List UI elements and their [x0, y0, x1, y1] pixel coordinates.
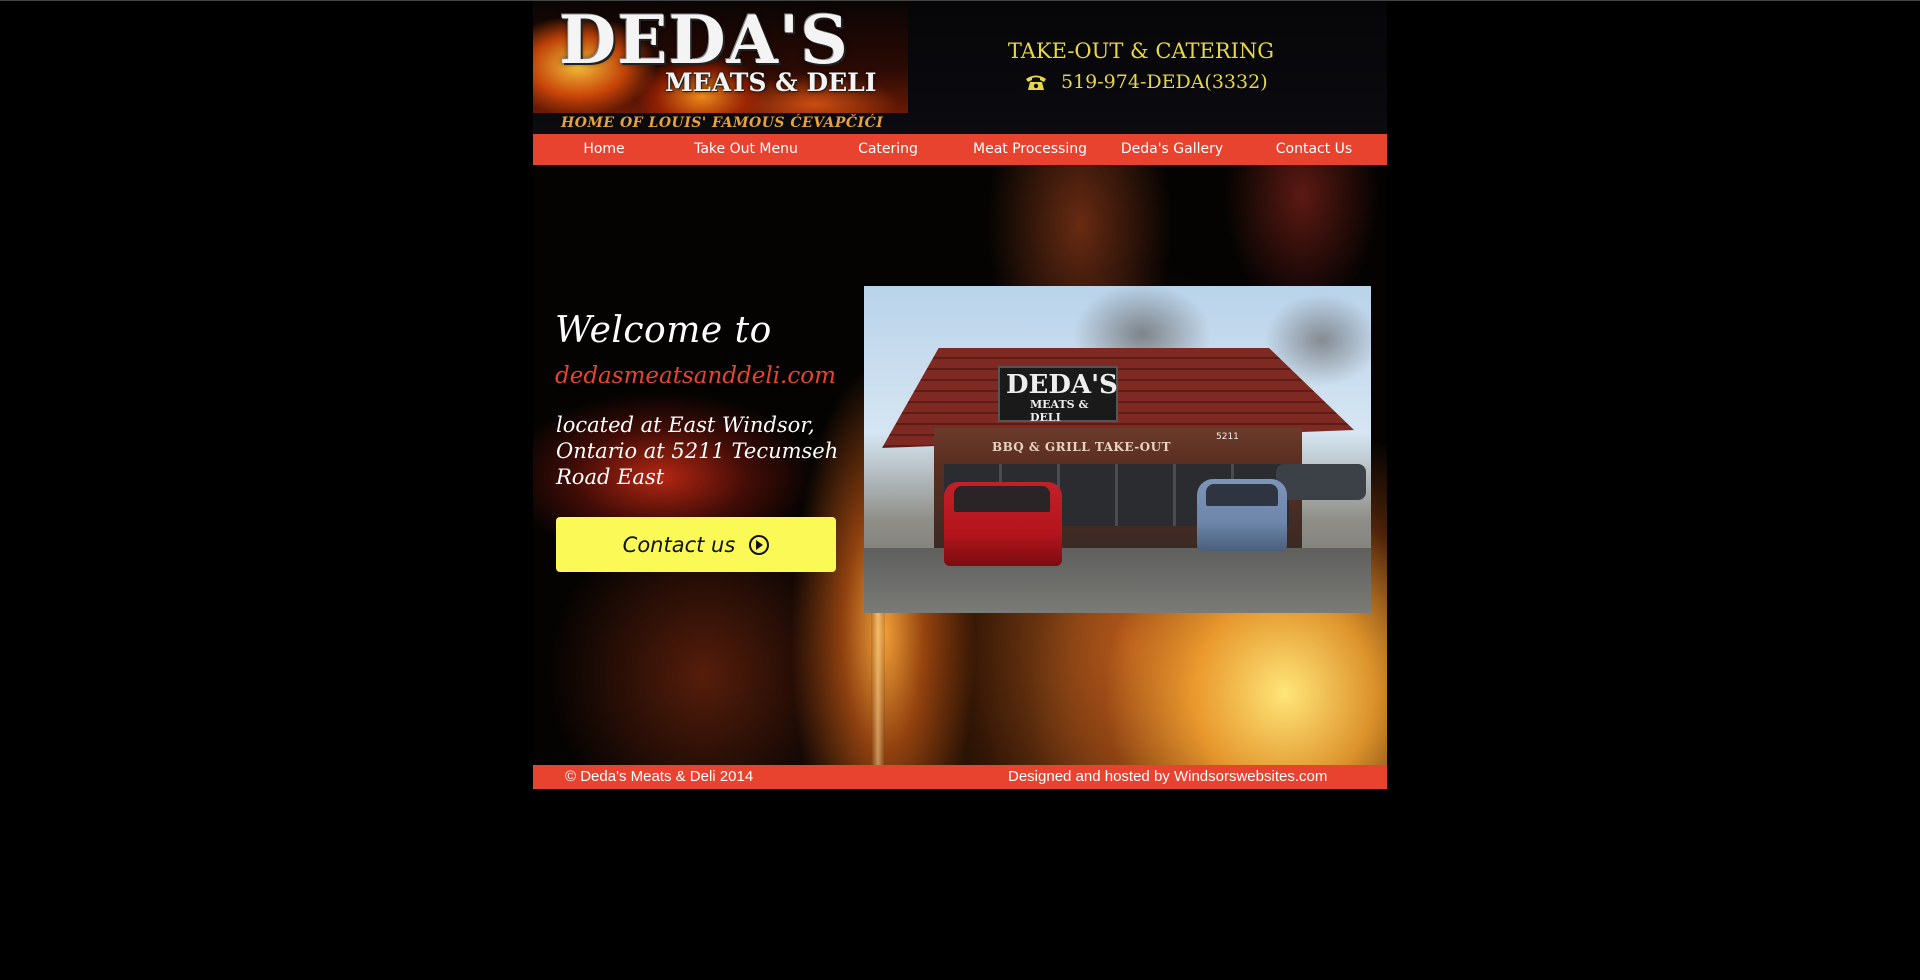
sign-name: DEDA'S: [1006, 370, 1118, 400]
logo[interactable]: DEDA'S MEATS & DELI HOME OF LOUIS' FAMOU…: [533, 1, 908, 134]
sign-subtitle: MEATS & DELI: [1030, 398, 1089, 424]
main-nav: Home Take Out Menu Catering Meat Process…: [533, 134, 1387, 165]
contact-us-label: Contact us: [622, 532, 736, 557]
nav-item-home[interactable]: Home: [533, 134, 675, 165]
site-domain: dedasmeatsanddeli.com: [555, 363, 836, 389]
logo-tagline: HOME OF LOUIS' FAMOUS ĆEVAPČIĆI: [561, 115, 884, 131]
photo-red-van-window: [954, 486, 1050, 512]
nav-item-take-out-menu[interactable]: Take Out Menu: [675, 134, 817, 165]
nav-item-gallery[interactable]: Deda's Gallery: [1101, 134, 1243, 165]
welcome-heading: Welcome to: [555, 310, 772, 351]
photo-blue-car-window: [1206, 484, 1278, 506]
photo-parking-lot: [864, 548, 1371, 613]
takeout-catering-heading: TAKE-OUT & CATERING: [1007, 39, 1275, 63]
footer-credit-link[interactable]: Designed and hosted by Windsorswebsites.…: [1008, 768, 1327, 785]
storefront-text: BBQ & GRILL TAKE-OUT: [992, 440, 1172, 454]
phone-number-text: 519-974-DEDA(3332): [1061, 71, 1268, 93]
arrow-right-circle-icon: [749, 534, 770, 555]
contact-us-button[interactable]: Contact us: [556, 517, 836, 572]
storefront-address-number: 5211: [1216, 432, 1239, 442]
header: DEDA'S MEATS & DELI HOME OF LOUIS' FAMOU…: [533, 1, 1387, 134]
logo-name: DEDA'S: [559, 1, 849, 79]
main-content: Welcome to dedasmeatsanddeli.com located…: [533, 165, 1387, 765]
phone-number: 519-974-DEDA(3332): [1025, 71, 1268, 93]
store-address: located at East Windsor, Ontario at 5211…: [556, 413, 839, 489]
logo-subtitle: MEATS & DELI: [665, 68, 877, 97]
storefront-sign: DEDA'S MEATS & DELI: [998, 366, 1118, 424]
site-container: DEDA'S MEATS & DELI HOME OF LOUIS' FAMOU…: [533, 1, 1387, 789]
nav-item-contact-us[interactable]: Contact Us: [1243, 134, 1385, 165]
nav-item-meat-processing[interactable]: Meat Processing: [959, 134, 1101, 165]
photo-dark-car: [1276, 464, 1366, 500]
nav-item-catering[interactable]: Catering: [817, 134, 959, 165]
footer: © Deda's Meats & Deli 2014 Designed and …: [533, 765, 1387, 789]
footer-copyright: © Deda's Meats & Deli 2014: [565, 768, 754, 785]
storefront-photo: BBQ & GRILL TAKE-OUT 5211 DEDA'S MEATS &…: [864, 286, 1371, 613]
telephone-icon: [1025, 73, 1047, 91]
